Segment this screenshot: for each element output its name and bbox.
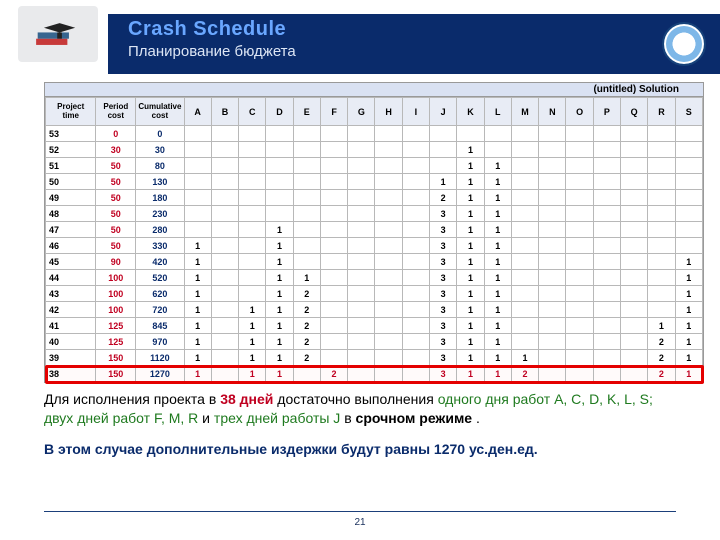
footer-divider xyxy=(44,511,676,512)
table-row: 4590420113111 xyxy=(46,254,703,270)
university-seal-icon xyxy=(662,22,706,66)
schedule-table-container: (untitled) Solution Project timePeriod c… xyxy=(44,82,704,383)
column-header: J xyxy=(430,98,457,126)
column-header: F xyxy=(320,98,347,126)
column-header: O xyxy=(566,98,593,126)
logo-books-cap-icon xyxy=(18,6,98,62)
schedule-table: Project timePeriod costCumulative costAB… xyxy=(45,97,703,382)
page-title: Crash Schedule xyxy=(128,18,296,41)
table-row: 5050130111 xyxy=(46,174,703,190)
page-number: 21 xyxy=(0,517,720,528)
table-row: 4210072011123111 xyxy=(46,302,703,318)
column-header: Q xyxy=(621,98,648,126)
column-header: Cumulative cost xyxy=(136,98,184,126)
table-row: 3915011201112311121 xyxy=(46,350,703,366)
header: Crash Schedule Планирование бюджета xyxy=(0,0,720,80)
column-header: I xyxy=(402,98,429,126)
days-highlight: 38 дней xyxy=(220,391,273,407)
column-header: N xyxy=(539,98,566,126)
column-header: M xyxy=(511,98,538,126)
column-header: D xyxy=(266,98,293,126)
column-header: Project time xyxy=(46,98,96,126)
table-row: 431006201123111 xyxy=(46,286,703,302)
column-header: L xyxy=(484,98,511,126)
column-header: H xyxy=(375,98,402,126)
table-row: 465033011311 xyxy=(46,238,703,254)
column-header: B xyxy=(211,98,238,126)
column-header: K xyxy=(457,98,484,126)
column-header: Period cost xyxy=(96,98,136,126)
table-row: 47502801311 xyxy=(46,222,703,238)
table-row: 5300 xyxy=(46,126,703,142)
table-row: 40125970111231121 xyxy=(46,334,703,350)
table-row: 4850230311 xyxy=(46,206,703,222)
column-header: P xyxy=(593,98,620,126)
column-header: E xyxy=(293,98,320,126)
column-header: A xyxy=(184,98,211,126)
table-row: 41125845111231111 xyxy=(46,318,703,334)
table-row: 4950180211 xyxy=(46,190,703,206)
table-row: 51508011 xyxy=(46,158,703,174)
column-header: C xyxy=(239,98,266,126)
page-subtitle: Планирование бюджета xyxy=(128,43,296,60)
table-row: 5230301 xyxy=(46,142,703,158)
table-header-row: Project timePeriod costCumulative costAB… xyxy=(46,98,703,126)
table-row: 3815012701112311221 xyxy=(46,366,703,382)
narrative-text: Для исполнения проекта в 38 дней достато… xyxy=(44,390,676,459)
table-row: 441005201113111 xyxy=(46,270,703,286)
column-header: G xyxy=(348,98,375,126)
table-caption: (untitled) Solution xyxy=(45,83,703,97)
column-header: R xyxy=(648,98,675,126)
column-header: S xyxy=(675,98,702,126)
